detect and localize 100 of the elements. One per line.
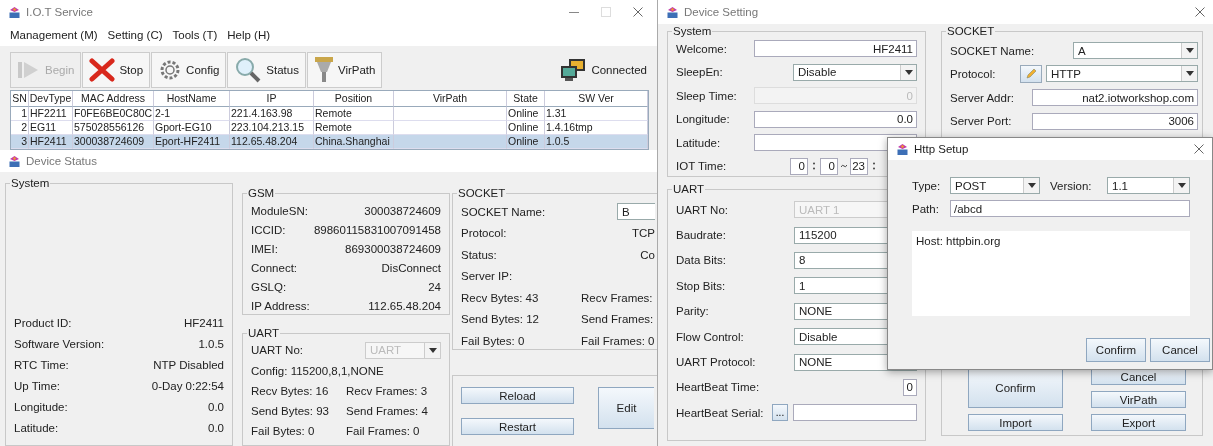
menu-item[interactable]: Help (H) <box>227 29 271 41</box>
field-label: Flow Control: <box>676 330 745 343</box>
table-row[interactable]: 1 HF2211 F0FE6BE0C80C 2-1 221.4.163.98 Remote Online 1.31 <box>11 107 648 121</box>
group-title: SOCKET <box>457 187 507 199</box>
field-value: 0-Day 0:22:54 <box>151 379 224 392</box>
caret-icon <box>1027 183 1036 188</box>
column-header: SW Ver <box>545 91 648 107</box>
text-field[interactable]: 23 <box>850 157 868 175</box>
button[interactable]: Restart <box>461 418 574 435</box>
field-value: 0.0 <box>208 421 224 434</box>
field-label: Up Time: <box>14 379 60 392</box>
field-label: Software Version: <box>14 337 105 350</box>
field-label: Protocol: <box>461 227 507 240</box>
window-title: I.O.T Service <box>26 6 93 18</box>
field-value: 89860115831007091458 <box>313 223 441 236</box>
dropdown[interactable]: B <box>617 203 655 221</box>
table-row[interactable]: 3 HF2411 300038724609 Eport-HF2411 112.65.48.204 China.Shanghai Online 1.0.5 <box>11 135 648 149</box>
field-label: IP Address: <box>251 299 310 312</box>
browse-button[interactable]: ... <box>772 404 788 422</box>
stat-text: Fail Bytes: 0 <box>461 334 526 347</box>
text-field[interactable]: 0 <box>820 157 838 175</box>
field-label: Data Bits: <box>676 254 727 267</box>
field-label: Connect: <box>251 261 298 274</box>
field-label: IOT Time: <box>676 160 728 173</box>
dropdown[interactable]: 1.1 <box>1107 177 1190 194</box>
field-label: RTC Time: <box>14 358 69 371</box>
toolbar-button[interactable]: Status <box>227 52 306 88</box>
field-value: 24 <box>428 280 441 293</box>
button[interactable]: Confirm <box>968 368 1063 408</box>
close-icon[interactable] <box>1195 7 1205 17</box>
text-field[interactable]: HF2411 <box>754 40 917 58</box>
button[interactable]: Import <box>968 414 1063 431</box>
stat-text: Recv Bytes: 43 <box>461 291 540 304</box>
text-field[interactable]: 3006 <box>1032 112 1198 130</box>
group-title: GSM <box>247 187 276 199</box>
magnifier-icon <box>234 56 263 84</box>
table-cell: F0FE6BE0C80C <box>73 107 154 121</box>
field-value: 869300038724609 <box>345 242 441 255</box>
button[interactable]: VirPath <box>1091 391 1186 408</box>
field-value: 112.65.48.204 <box>368 299 441 312</box>
toolbar-button[interactable]: Stop <box>82 52 151 88</box>
button[interactable]: Export <box>1091 414 1186 431</box>
field-label: GSLQ: <box>251 280 287 293</box>
close-icon[interactable] <box>633 7 643 17</box>
field-label: Welcome: <box>676 42 728 55</box>
toolbar-button[interactable]: VirPath <box>306 52 383 88</box>
text-field[interactable] <box>793 404 917 422</box>
field-label: Longitude: <box>676 113 731 126</box>
text-area[interactable]: Host: httpbin.org <box>912 231 1190 316</box>
dropdown[interactable]: POST <box>950 177 1040 194</box>
button[interactable]: Edit <box>598 387 654 429</box>
dropdown[interactable]: Disable <box>793 63 917 81</box>
edit-button[interactable] <box>1020 65 1042 84</box>
button[interactable]: Cancel <box>1150 338 1210 362</box>
field-label: Latitude: <box>14 421 59 434</box>
monitors-icon <box>559 58 588 82</box>
field-label: SOCKET Name: <box>950 44 1036 57</box>
dropdown[interactable]: HTTP <box>1046 65 1198 83</box>
field-label: UART Protocol: <box>676 356 757 369</box>
status-label: Connected <box>591 64 647 76</box>
caret-icon <box>1185 48 1194 54</box>
menu-item[interactable]: Setting (C) <box>107 29 163 41</box>
field-value: 300038724609 <box>364 204 441 217</box>
field-label: Status: <box>461 248 497 261</box>
column-header: VirPath <box>394 91 507 107</box>
table-cell: Online <box>507 107 545 121</box>
table-cell: 221.4.163.98 <box>230 107 314 121</box>
field-label: HeartBeat Serial: <box>676 406 765 419</box>
colon-icon <box>871 162 877 171</box>
stat-text: Recv Frames: 3 <box>346 385 429 397</box>
field-label: ModuleSN: <box>251 204 308 217</box>
field-label: SOCKET Name: <box>461 205 546 218</box>
close-icon[interactable] <box>1194 144 1204 154</box>
menu-item[interactable]: Management (M) <box>10 29 98 41</box>
field-value: NTP Disabled <box>153 358 224 371</box>
colon-icon <box>811 162 817 171</box>
column-header: SN <box>11 91 29 107</box>
stat-text: Send Bytes: 12 <box>461 313 540 326</box>
dropdown[interactable]: A <box>1073 42 1198 60</box>
stat-text: Recv Frames: <box>581 291 654 304</box>
text-field[interactable]: /abcd <box>950 200 1190 217</box>
menu-item[interactable]: Tools (T) <box>172 29 218 41</box>
field-label: UART No: <box>676 203 729 216</box>
text-field[interactable]: 0 <box>902 378 917 396</box>
caret-icon <box>428 347 437 353</box>
text-field[interactable]: nat2.iotworkshop.com <box>1032 89 1198 107</box>
table-cell: 112.65.48.204 <box>230 135 314 149</box>
x-icon <box>89 58 116 82</box>
text-field[interactable]: 0 <box>790 157 808 175</box>
field-value: TCP <box>632 227 655 240</box>
field-label: HeartBeat Time: <box>676 381 761 394</box>
table-cell: 3 <box>11 135 29 149</box>
text-field[interactable]: 0.0 <box>754 110 917 128</box>
toolbar-button[interactable]: Config <box>151 52 227 88</box>
caret-icon <box>904 69 913 75</box>
button[interactable]: Confirm <box>1086 338 1146 362</box>
stat-text: Fail Frames: 0 <box>346 425 421 437</box>
group-title: System <box>672 25 713 37</box>
button[interactable]: Reload <box>461 387 574 404</box>
field-label: Server Addr: <box>950 91 1015 104</box>
